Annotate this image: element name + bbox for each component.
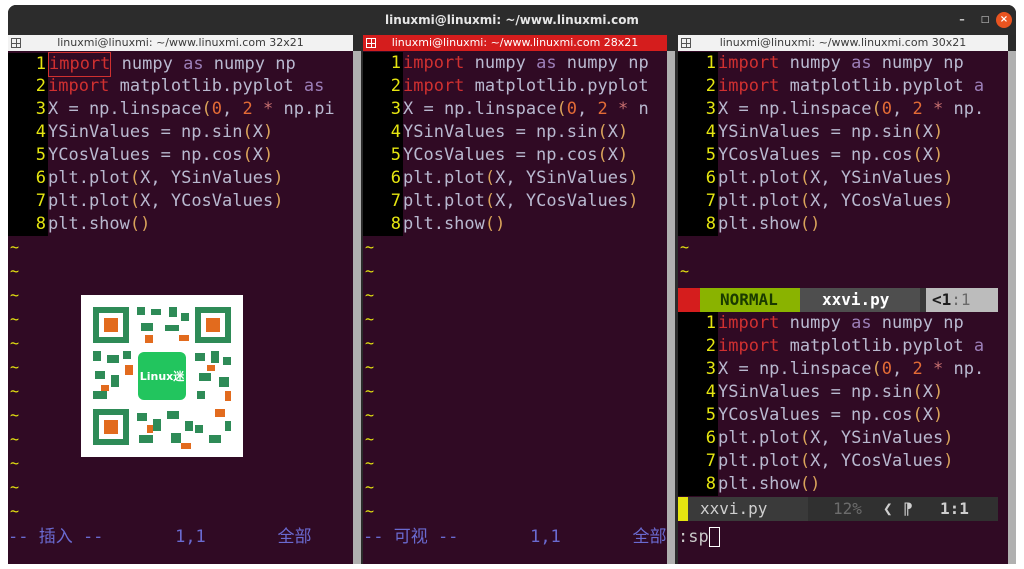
code-line: 4 YSinValues = np.sin(X) [678,381,943,404]
pane-2-scrollbar[interactable] [667,51,675,564]
pane-3-scrollbar[interactable] [1008,51,1016,564]
code-line: 7 plt.plot(X, YCosValues) [678,190,953,213]
code-line: 3X = np.linspace(0, 2 * np.pi [8,98,335,121]
maximize-icon[interactable]: □ [977,12,993,28]
empty-line-marker: ~ [365,478,375,496]
pane-1-scrollbar[interactable] [353,51,361,564]
airline-statusbar-top: NORMAL xxvi.py <1:1 [678,288,998,312]
code-line: 8 plt.show() [8,213,150,236]
minimize-icon[interactable]: – [954,12,970,28]
terminal-window: linuxmi@linuxmi: ~/www.linuxmi.com – □ ×… [8,5,1016,564]
code-line: 6 plt.plot(X, YSinValues) [363,167,638,190]
pane-header-3[interactable]: linuxmi@linuxmi: ~/www.linuxmi.com 30x21 [678,35,1008,51]
vim-filename: xxvi.py [800,288,920,312]
empty-line-marker: ~ [10,406,20,424]
code-line: 5 YCosValues = np.cos(X) [678,144,943,167]
vim-status-line: -- 插入 -- 1,1 全部 [8,527,312,547]
code-line: 5 YCosValues = np.cos(X) [8,144,273,167]
split-icon[interactable] [11,38,21,48]
vim-filename-inactive: xxvi.py [688,497,808,521]
code-line: 7 plt.plot(X, YCosValues) [678,450,953,473]
code-line: 2 import matplotlib.pyplot a [678,335,984,358]
empty-line-marker: ~ [365,358,375,376]
vim-line-col: 1:1 [940,499,969,518]
split-icon[interactable] [681,38,691,48]
close-icon[interactable]: × [996,12,1012,28]
terminal-pane-2[interactable]: linuxmi@linuxmi: ~/www.linuxmi.com 28x21… [363,35,667,564]
text-cursor [708,527,720,547]
vim-status-line: -- 可视 -- 1,1 全部 [363,527,667,547]
code-line: 3X = np.linspace(0, 2 * np. [678,98,984,121]
code-line: 5 YCosValues = np.cos(X) [678,404,943,427]
code-line: 2 import matplotlib.pyplot [363,75,649,98]
pane-header-2[interactable]: linuxmi@linuxmi: ~/www.linuxmi.com 28x21 [363,35,667,51]
empty-line-marker: ~ [365,262,375,280]
code-line: 4 YSinValues = np.sin(X) [678,121,943,144]
empty-line-marker: ~ [10,502,20,520]
empty-line-marker: ~ [10,382,20,400]
code-line: 4 YSinValues = np.sin(X) [8,121,273,144]
vim-position: <1:1 [926,288,998,312]
empty-line-marker: ~ [10,358,20,376]
code-line: 8 plt.show() [678,213,820,236]
empty-line-marker: ~ [680,238,690,256]
code-line: 6 plt.plot(X, YSinValues) [8,167,283,190]
empty-line-marker: ~ [365,238,375,256]
empty-line-marker: ~ [365,286,375,304]
code-line: 1 import numpy as numpy np [678,52,964,75]
code-line: 3X = np.linspace(0, 2 * n [363,98,649,121]
empty-line-marker: ~ [10,334,20,352]
window-title: linuxmi@linuxmi: ~/www.linuxmi.com [385,13,639,27]
empty-line-marker: ~ [10,430,20,448]
empty-line-marker: ~ [365,454,375,472]
empty-line-marker: ~ [365,406,375,424]
code-line: 6 plt.plot(X, YSinValues) [678,427,953,450]
empty-line-marker: ~ [365,310,375,328]
vim-mode-indicator: NORMAL [700,288,800,312]
empty-line-marker: ~ [10,286,20,304]
code-line: 4 YSinValues = np.sin(X) [363,121,628,144]
empty-line-marker: ~ [10,238,20,256]
code-line: 2 import matplotlib.pyplot a [678,75,984,98]
vim-command-line[interactable]: :sp [678,525,720,549]
split-icon[interactable] [366,38,376,48]
code-line: 7 plt.plot(X, YCosValues) [363,190,638,213]
vim-percent: 12% [833,499,862,518]
terminal-pane-3[interactable]: linuxmi@linuxmi: ~/www.linuxmi.com 30x21… [678,35,1008,564]
empty-line-marker: ~ [10,262,20,280]
window-titlebar: linuxmi@linuxmi: ~/www.linuxmi.com – □ × [8,5,1016,35]
code-line: 8 plt.show() [678,473,820,496]
terminal-pane-1[interactable]: linuxmi@linuxmi: ~/www.linuxmi.com 32x21… [8,35,353,564]
line-flag-icon: ⁋ [903,499,913,518]
code-line: 2 import matplotlib.pyplot as [8,75,324,98]
qr-code-image: Linux迷 [81,295,243,457]
code-line: 7 plt.plot(X, YCosValues) [8,190,283,213]
empty-line-marker: ~ [10,310,20,328]
empty-line-marker: ~ [365,382,375,400]
code-line: 6 plt.plot(X, YSinValues) [678,167,953,190]
code-line: 3X = np.linspace(0, 2 * np. [678,358,984,381]
pane-header-1[interactable]: linuxmi@linuxmi: ~/www.linuxmi.com 32x21 [8,35,353,51]
empty-line-marker: ~ [10,478,20,496]
code-line: 1 import numpy as numpy np [363,52,649,75]
empty-line-marker: ~ [10,454,20,472]
empty-line-marker: ~ [365,334,375,352]
separator-icon: ❮ [883,499,893,518]
empty-line-marker: ~ [365,502,375,520]
code-line: 8 plt.show() [363,213,505,236]
code-line: 5 YCosValues = np.cos(X) [363,144,628,167]
qr-logo-label: Linux迷 [139,370,185,383]
empty-line-marker: ~ [680,262,690,280]
empty-line-marker: ~ [365,430,375,448]
code-line: 1 import numpy as numpy np [8,52,296,77]
code-line: 1 import numpy as numpy np [678,312,964,335]
airline-statusbar-bottom: xxvi.py 12% ❮ ⁋ 1:1 [678,497,998,521]
